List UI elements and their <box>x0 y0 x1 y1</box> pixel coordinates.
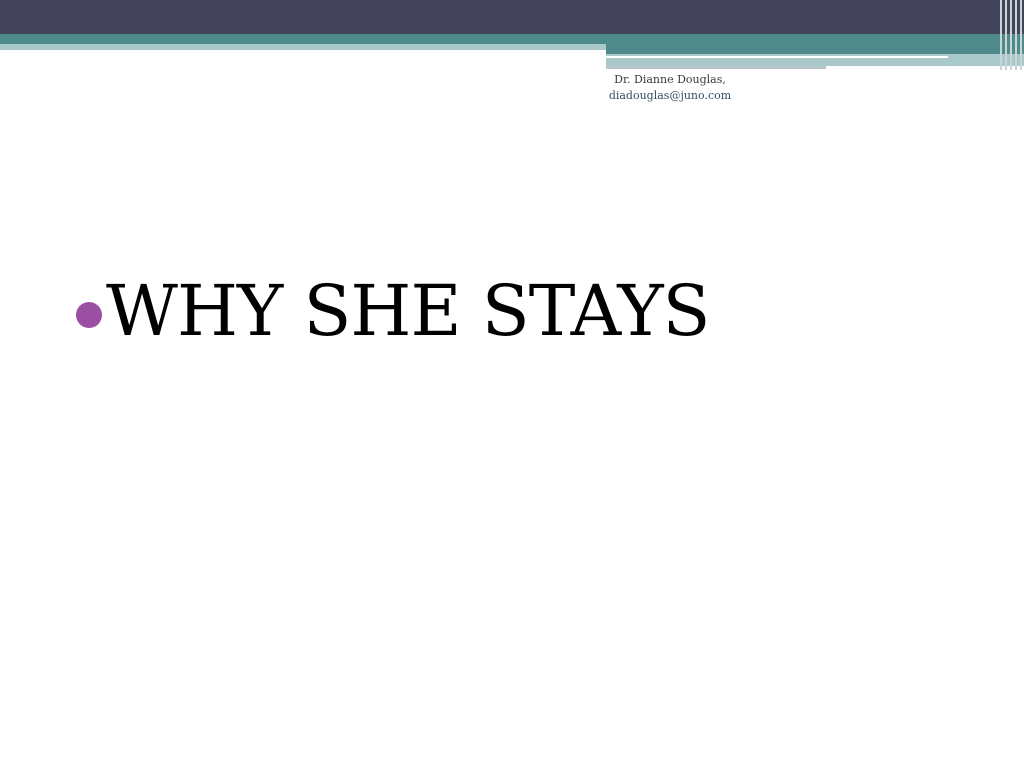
header-teal-band <box>0 34 1024 44</box>
header-teal-band-right <box>606 44 1024 54</box>
header-stripes-decoration <box>994 0 1024 70</box>
header-light-band-left <box>0 44 606 50</box>
slide: Dr. Dianne Douglas, diadouglas@juno.com … <box>0 0 1024 768</box>
header-dark-band <box>0 0 1024 34</box>
header-accent-line <box>606 56 948 58</box>
bullet-item: WHY SHE STAYS <box>76 266 710 356</box>
author-footer: Dr. Dianne Douglas, diadouglas@juno.com <box>560 72 780 104</box>
bullet-dot-icon <box>76 302 102 328</box>
author-email: diadouglas@juno.com <box>608 89 732 102</box>
author-name: Dr. Dianne Douglas, <box>614 73 726 86</box>
header-accent-line-short <box>606 66 826 69</box>
slide-title: WHY SHE STAYS <box>106 270 710 352</box>
